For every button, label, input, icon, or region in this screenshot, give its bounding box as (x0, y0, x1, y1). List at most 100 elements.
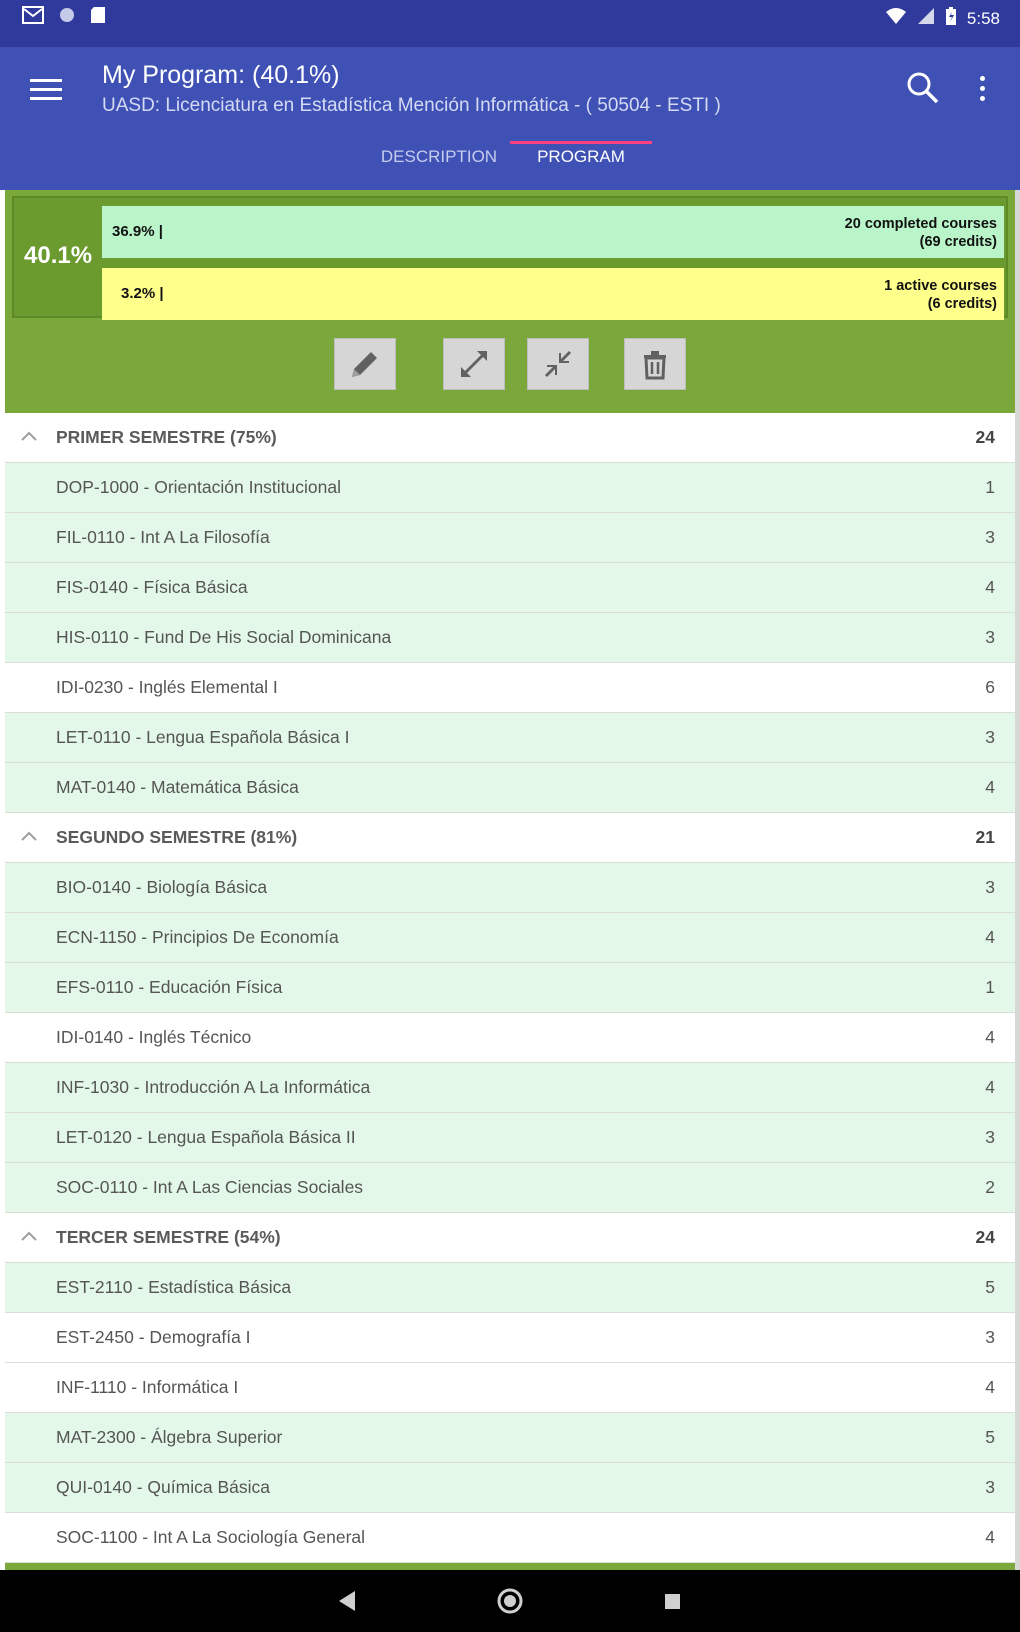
course-row[interactable]: EST-2450 - Demografía I 3 (5, 1313, 1015, 1363)
semester-title: SEGUNDO SEMESTRE (81%) (56, 827, 298, 847)
completed-progress-bar: 36.9% | 20 completed courses (69 credits… (102, 206, 1004, 258)
chevron-up-icon (21, 431, 37, 441)
course-row[interactable]: EST-2110 - Estadística Básica 5 (5, 1263, 1015, 1313)
menu-icon-line (30, 97, 62, 100)
course-name: IDI-0140 - Inglés Técnico (56, 1027, 252, 1047)
course-row[interactable]: INF-1110 - Informática I 4 (5, 1363, 1015, 1413)
more-vert-icon-dot (979, 96, 985, 101)
page-subtitle: UASD: Licenciatura en Estadística Menció… (102, 95, 721, 116)
course-name: EFS-0110 - Educación Física (56, 977, 283, 997)
recents-icon (665, 1594, 680, 1609)
course-row[interactable]: INF-1030 - Introducción A La Informática… (5, 1063, 1015, 1113)
course-row[interactable]: MAT-0140 - Matemática Básica 4 (5, 763, 1015, 813)
course-credits: 3 (985, 1327, 995, 1347)
course-credits: 3 (985, 1477, 995, 1497)
course-name: INF-1030 - Introducción A La Informática (56, 1077, 371, 1097)
course-credits: 4 (985, 1527, 995, 1547)
course-name: BIO-0140 - Biología Básica (56, 877, 268, 897)
more-options-button[interactable] (970, 71, 994, 111)
app-bar: My Program: (40.1%) UASD: Licenciatura e… (0, 47, 1020, 190)
course-credits: 4 (985, 927, 995, 947)
expand-icon (461, 351, 487, 377)
battery-icon (945, 6, 957, 31)
recents-button[interactable] (657, 1586, 687, 1616)
course-row[interactable]: FIS-0140 - Física Básica 4 (5, 563, 1015, 613)
course-name: SOC-0110 - Int A Las Ciencias Sociales (56, 1177, 364, 1197)
gmail-icon (22, 6, 44, 29)
overall-percent: 40.1% (24, 242, 93, 269)
active-progress-bar: 3.2% | 1 active courses (6 credits) (102, 268, 1004, 320)
course-row[interactable]: IDI-0230 - Inglés Elemental I 6 (5, 663, 1015, 713)
circle-icon (58, 6, 76, 29)
tab-description[interactable]: DESCRIPTION (372, 143, 506, 190)
back-icon (339, 1591, 355, 1611)
semester-title: PRIMER SEMESTRE (75%) (56, 427, 277, 447)
active-info: 1 active courses (6 credits) (884, 277, 997, 313)
course-credits: 1 (985, 977, 995, 997)
progress-summary: 40.1% 36.9% | 20 completed courses (69 c… (12, 196, 1008, 320)
course-row[interactable]: BIO-0140 - Biología Básica 3 (5, 863, 1015, 913)
page-title: My Program: (40.1%) (102, 61, 340, 89)
course-credits: 6 (985, 677, 995, 697)
course-row[interactable]: QUI-0140 - Química Básica 3 (5, 1463, 1015, 1513)
delete-button[interactable] (624, 338, 686, 390)
course-credits: 4 (985, 1077, 995, 1097)
more-vert-icon (979, 76, 985, 81)
completed-courses: 20 completed courses (844, 216, 997, 232)
course-name: FIL-0110 - Int A La Filosofía (56, 527, 270, 547)
course-row[interactable]: FIL-0110 - Int A La Filosofía 3 (5, 513, 1015, 563)
delete-icon (644, 351, 666, 380)
menu-button[interactable] (26, 73, 66, 113)
back-button[interactable] (333, 1586, 363, 1616)
menu-icon (30, 79, 62, 82)
scrollbar[interactable] (1015, 190, 1020, 1570)
course-name: FIS-0140 - Física Básica (56, 577, 248, 597)
semester-header[interactable]: TERCER SEMESTRE (54%) 24 (5, 1213, 1015, 1263)
course-credits: 4 (985, 1027, 995, 1047)
course-name: MAT-2300 - Álgebra Superior (56, 1427, 283, 1447)
course-credits: 2 (985, 1177, 995, 1197)
active-courses: 1 active courses (884, 278, 997, 294)
semester-header[interactable]: PRIMER SEMESTRE (75%) 24 (5, 413, 1015, 463)
wifi-icon (885, 7, 907, 30)
course-credits: 5 (985, 1277, 995, 1297)
active-credits: (6 credits) (927, 296, 997, 312)
home-button[interactable] (495, 1586, 525, 1616)
search-button[interactable] (906, 71, 942, 107)
tab-program[interactable]: PROGRAM (510, 143, 652, 190)
tab-indicator (510, 141, 652, 144)
course-row[interactable]: SOC-0110 - Int A Las Ciencias Sociales 2 (5, 1163, 1015, 1213)
course-row[interactable]: HIS-0110 - Fund De His Social Dominicana… (5, 613, 1015, 663)
collapse-all-button[interactable] (527, 338, 589, 390)
course-row[interactable]: LET-0120 - Lengua Española Básica II 3 (5, 1113, 1015, 1163)
course-credits: 3 (985, 627, 995, 647)
semester-header[interactable]: SEGUNDO SEMESTRE (81%) 21 (5, 813, 1015, 863)
course-credits: 4 (985, 1377, 995, 1397)
course-credits: 3 (985, 727, 995, 747)
edit-button[interactable] (334, 338, 396, 390)
completed-info: 20 completed courses (69 credits) (845, 215, 997, 251)
course-row[interactable]: LET-0110 - Lengua Española Básica I 3 (5, 713, 1015, 763)
course-row[interactable]: MAT-2300 - Álgebra Superior 5 (5, 1413, 1015, 1463)
course-name: LET-0110 - Lengua Española Básica I (56, 727, 350, 747)
course-row[interactable]: EFS-0110 - Educación Física 1 (5, 963, 1015, 1013)
course-credits: 3 (985, 1127, 995, 1147)
clock: 5:58 (966, 8, 1000, 28)
tab-bar: DESCRIPTION PROGRAM (0, 143, 1020, 190)
course-credits: 5 (985, 1427, 995, 1447)
course-credits: 3 (985, 527, 995, 547)
expand-all-button[interactable] (443, 338, 505, 390)
more-vert-icon-dot (979, 86, 985, 91)
semester-title: TERCER SEMESTRE (54%) (56, 1227, 281, 1247)
search-icon (907, 72, 939, 104)
course-name: SOC-1100 - Int A La Sociología General (56, 1527, 366, 1547)
course-name: ECN-1150 - Principios De Economía (56, 927, 339, 947)
course-row[interactable]: IDI-0140 - Inglés Técnico 4 (5, 1013, 1015, 1063)
chevron-up-icon (21, 1231, 37, 1241)
home-icon (497, 1588, 523, 1614)
course-row[interactable]: DOP-1000 - Orientación Institucional 1 (5, 463, 1015, 513)
course-credits: 4 (985, 577, 995, 597)
completed-percent: 36.9% | (112, 223, 163, 240)
course-row[interactable]: ECN-1150 - Principios De Economía 4 (5, 913, 1015, 963)
course-row[interactable]: SOC-1100 - Int A La Sociología General 4 (5, 1513, 1015, 1563)
